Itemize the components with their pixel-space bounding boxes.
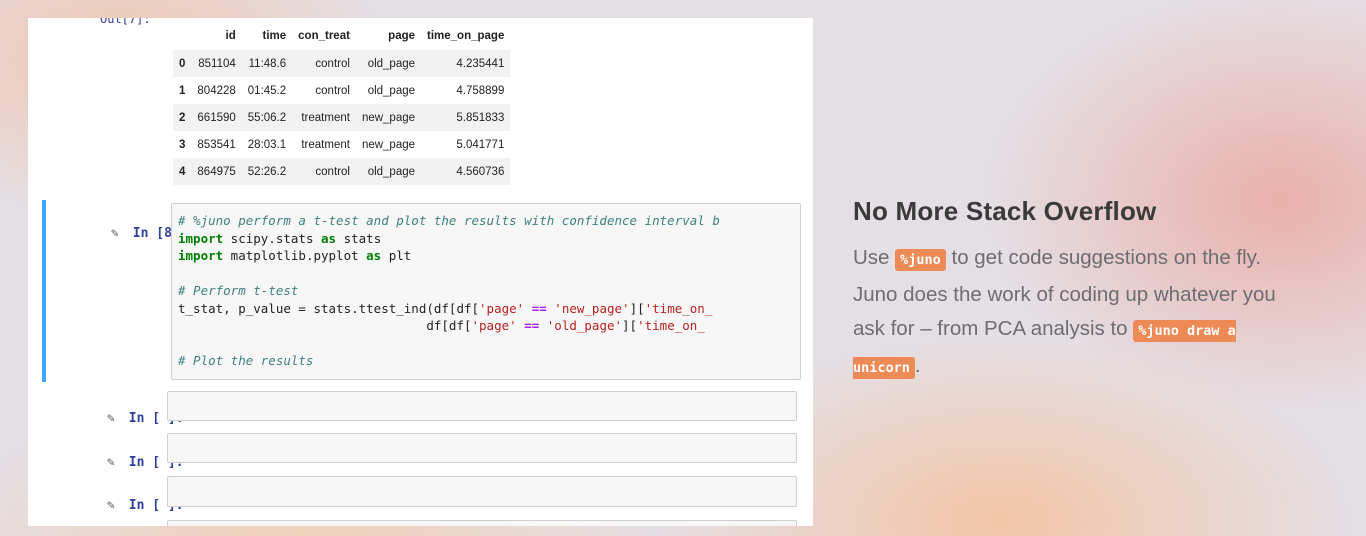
index-header bbox=[173, 22, 191, 50]
code-editor[interactable] bbox=[167, 433, 797, 463]
code-keyword: as bbox=[321, 230, 337, 246]
empty-code-cell[interactable]: ✎ In [ ]: bbox=[42, 430, 813, 470]
table-row: 2 661590 55:06.2 treatment new_page 5.85… bbox=[173, 104, 511, 131]
pencil-icon: ✎ bbox=[106, 455, 115, 470]
empty-code-cell[interactable]: ✎ In [ ]: bbox=[42, 473, 813, 513]
code-text: ][ bbox=[629, 300, 645, 316]
cell-time: 52:26.2 bbox=[241, 158, 293, 185]
code-keyword: as bbox=[366, 248, 382, 263]
code-text: plt bbox=[381, 248, 412, 263]
cell-time-on-page: 4.560736 bbox=[421, 158, 511, 185]
table-row: 1 804228 01:45.2 control old_page 4.7588… bbox=[173, 77, 510, 104]
dataframe-output: id time con_treat page time_on_page 0 85… bbox=[173, 22, 511, 185]
code-comment: # Perform t-test bbox=[178, 283, 299, 298]
cell-id: 661590 bbox=[191, 104, 242, 131]
row-index: 0 bbox=[173, 50, 192, 77]
table-row: 0 851104 11:48.6 control old_page 4.2354… bbox=[173, 50, 511, 77]
active-code-cell[interactable]: ✎ In [8]: # %juno perform a t-test and p… bbox=[42, 200, 813, 382]
cell-id: 851104 bbox=[191, 50, 242, 77]
code-editor[interactable] bbox=[167, 520, 797, 526]
row-index: 4 bbox=[173, 158, 192, 185]
cell-page: new_page bbox=[361, 138, 416, 151]
cell-con-treat: control bbox=[292, 158, 356, 185]
cell-con-treat: control bbox=[292, 50, 356, 77]
column-header: con_treat bbox=[298, 30, 350, 42]
code-operator: == bbox=[524, 300, 555, 316]
column-header: time bbox=[262, 30, 287, 42]
pencil-icon: ✎ bbox=[106, 498, 115, 513]
code-comment: # %juno perform a t-test and plot the re… bbox=[178, 213, 720, 228]
feature-text: Use %juno to get code suggestions on the… bbox=[853, 241, 1293, 385]
cell-page: old_page bbox=[355, 50, 422, 77]
cell-page: old_page bbox=[367, 84, 416, 97]
cell-prompt: ✎ In [8]: bbox=[64, 211, 188, 256]
row-index: 3 bbox=[179, 138, 186, 151]
code-text: matplotlib.pyplot bbox=[223, 248, 367, 263]
cell-con-treat: treatment bbox=[292, 104, 356, 131]
feature-text-part: . bbox=[914, 353, 921, 377]
table-row: 3 853541 28:03.1 treatment new_page 5.04… bbox=[173, 131, 510, 158]
cell-id: 804228 bbox=[197, 84, 236, 97]
code-string: 'time_on_ bbox=[644, 300, 713, 316]
output-prompt: Out[7]: bbox=[100, 18, 151, 26]
code-string: 'new_page' bbox=[554, 300, 630, 316]
code-text: ][ bbox=[622, 318, 638, 333]
empty-code-cell[interactable] bbox=[42, 517, 813, 526]
code-comment: # Plot the results bbox=[178, 353, 314, 368]
column-header: time_on_page bbox=[427, 30, 505, 42]
pencil-icon: ✎ bbox=[110, 226, 119, 241]
code-string: 'old_page' bbox=[546, 318, 623, 333]
cell-page: new_page bbox=[355, 104, 422, 131]
empty-code-cell[interactable]: ✎ In [ ]: bbox=[42, 386, 813, 426]
cell-time-on-page: 5.041771 bbox=[456, 138, 505, 151]
cell-time: 01:45.2 bbox=[247, 84, 287, 97]
code-operator: == bbox=[516, 318, 547, 333]
jupyter-notebook: Out[7]: id time con_treat page time_on_p… bbox=[28, 18, 813, 526]
cell-time-on-page: 5.851833 bbox=[421, 104, 511, 131]
cell-id: 853541 bbox=[197, 138, 236, 151]
cell-time: 55:06.2 bbox=[241, 104, 293, 131]
code-editor[interactable]: # %juno perform a t-test and plot the re… bbox=[171, 203, 801, 380]
cell-time-on-page: 4.758899 bbox=[456, 84, 505, 97]
code-keyword: import bbox=[178, 230, 224, 246]
feature-text-part: Use bbox=[853, 246, 896, 269]
cell-time: 11:48.6 bbox=[241, 50, 293, 77]
code-keyword: import bbox=[178, 248, 224, 263]
code-text: t_stat, p_value = stats.ttest_ind(df[df[ bbox=[178, 300, 480, 316]
juno-tag: %juno bbox=[895, 249, 946, 271]
feature-title: No More Stack Overflow bbox=[853, 196, 1157, 226]
column-header: id bbox=[225, 30, 236, 42]
table-header-row: id time con_treat page time_on_page bbox=[173, 22, 510, 50]
pencil-icon: ✎ bbox=[106, 411, 115, 426]
code-string: 'page' bbox=[471, 318, 517, 333]
feature-description: No More Stack Overflow Use %juno to get … bbox=[853, 196, 1293, 385]
code-editor[interactable] bbox=[167, 391, 797, 421]
cell-time: 28:03.1 bbox=[247, 138, 287, 151]
code-text: stats bbox=[336, 230, 382, 246]
column-header: page bbox=[388, 30, 416, 42]
code-string: 'page' bbox=[479, 300, 525, 316]
code-text: df[df[ bbox=[178, 318, 472, 333]
cell-page: old_page bbox=[355, 158, 422, 185]
code-editor[interactable] bbox=[167, 476, 797, 507]
cell-con-treat: treatment bbox=[301, 138, 350, 151]
row-index: 2 bbox=[173, 104, 192, 131]
cell-con-treat: control bbox=[315, 84, 350, 97]
cell-time-on-page: 4.235441 bbox=[421, 50, 511, 77]
code-text: scipy.stats bbox=[223, 230, 321, 246]
row-index: 1 bbox=[179, 84, 186, 97]
code-string: 'time_on_ bbox=[637, 318, 705, 333]
table-row: 4 864975 52:26.2 control old_page 4.5607… bbox=[173, 158, 511, 185]
cell-id: 864975 bbox=[191, 158, 242, 185]
